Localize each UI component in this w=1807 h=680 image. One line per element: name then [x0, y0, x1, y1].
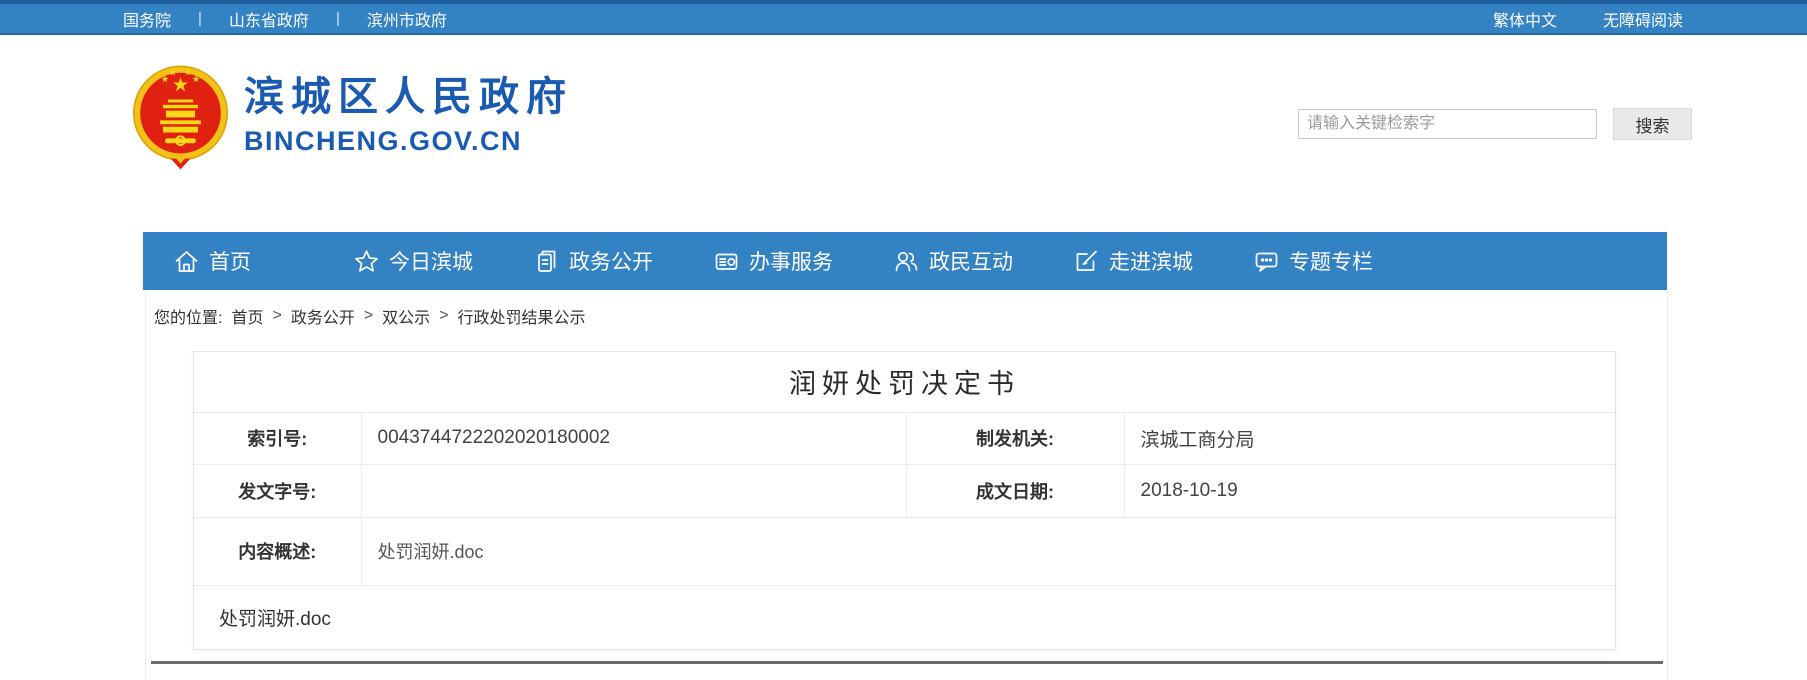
- topbar-right-links: 繁体中文 无障碍阅读: [1493, 7, 1683, 31]
- table-row: 内容概述: 处罚润妍.doc: [194, 517, 1615, 585]
- issue-date-value: 2018-10-19: [1124, 464, 1615, 517]
- search-button[interactable]: 搜索: [1613, 108, 1692, 140]
- document-metadata-table: 润妍处罚决定书 索引号: 0043744722202020180002 制发机关…: [194, 352, 1615, 649]
- site-title-block: 滨城区人民政府 BINCHENG.GOV.CN: [244, 62, 573, 157]
- nav-label: 专题专栏: [1289, 246, 1373, 276]
- site-header: 滨城区人民政府 BINCHENG.GOV.CN 搜索: [0, 35, 1807, 232]
- chat-bubble-icon: [1253, 248, 1280, 275]
- issue-date-label: 成文日期:: [906, 464, 1124, 517]
- content-summary-value: 处罚润妍.doc: [361, 517, 1615, 585]
- table-row: 索引号: 0043744722202020180002 制发机关: 滨城工商分局: [194, 412, 1615, 464]
- nav-label: 政务公开: [569, 246, 653, 276]
- issuing-authority-label: 制发机关:: [906, 412, 1124, 464]
- nav-item-home[interactable]: 首页: [143, 246, 323, 276]
- document-icon: [533, 248, 560, 275]
- nav-label: 首页: [209, 246, 251, 276]
- pencil-square-icon: [1073, 248, 1100, 275]
- table-row-title: 润妍处罚决定书: [194, 352, 1615, 412]
- nav-label: 政民互动: [929, 246, 1013, 276]
- breadcrumb-item-penalty-results[interactable]: 行政处罚结果公示: [458, 304, 586, 328]
- document-number-label: 发文字号:: [194, 464, 361, 517]
- nav-item-public-interaction[interactable]: 政民互动: [863, 246, 1043, 276]
- breadcrumb: 您的位置: 首页 > 政务公开 > 双公示 > 行政处罚结果公示: [146, 290, 1667, 339]
- nav-item-services[interactable]: 办事服务: [683, 246, 863, 276]
- nav-item-today-bincheng[interactable]: 今日滨城: [323, 246, 503, 276]
- search-bar: 搜索: [1298, 108, 1692, 140]
- index-number-value: 0043744722202020180002: [361, 412, 906, 464]
- link-traditional-chinese[interactable]: 繁体中文: [1493, 7, 1557, 31]
- main-navigation: 首页 今日滨城 政务公开 办事服务 政民互动: [143, 232, 1667, 290]
- nav-label: 走进滨城: [1109, 246, 1193, 276]
- people-icon: [893, 248, 920, 275]
- service-list-icon: [713, 248, 740, 275]
- link-accessibility-reading[interactable]: 无障碍阅读: [1603, 7, 1683, 31]
- breadcrumb-prefix: 您的位置:: [154, 304, 222, 328]
- breadcrumb-item-home[interactable]: 首页: [231, 304, 263, 328]
- government-links-bar: 国务院 | 山东省政府 | 滨州市政府 繁体中文 无障碍阅读: [0, 0, 1807, 35]
- breadcrumb-item-gov-affairs[interactable]: 政务公开: [291, 304, 355, 328]
- table-row-attachment: 处罚润妍.doc: [194, 585, 1615, 649]
- content-container: 您的位置: 首页 > 政务公开 > 双公示 > 行政处罚结果公示 润妍处罚决定书…: [145, 290, 1668, 680]
- nav-label: 今日滨城: [389, 246, 473, 276]
- nav-item-about-bincheng[interactable]: 走进滨城: [1043, 246, 1223, 276]
- site-logo[interactable]: 滨城区人民政府 BINCHENG.GOV.CN: [130, 62, 573, 170]
- link-binzhou-gov[interactable]: 滨州市政府: [367, 7, 447, 31]
- national-emblem-icon: [130, 62, 231, 170]
- breadcrumb-separator: >: [364, 307, 373, 325]
- document-title: 润妍处罚决定书: [194, 352, 1615, 412]
- home-icon: [173, 248, 200, 275]
- search-input[interactable]: [1298, 109, 1597, 139]
- document-number-value: [361, 464, 906, 517]
- topbar-separator: |: [336, 10, 340, 27]
- breadcrumb-separator: >: [272, 307, 281, 325]
- site-domain: BINCHENG.GOV.CN: [244, 126, 573, 157]
- index-number-label: 索引号:: [194, 412, 361, 464]
- link-state-council[interactable]: 国务院: [123, 7, 171, 31]
- attachment-link[interactable]: 处罚润妍.doc: [219, 609, 331, 630]
- content-summary-label: 内容概述:: [194, 517, 361, 585]
- nav-item-special-topics[interactable]: 专题专栏: [1223, 246, 1403, 276]
- nav-label: 办事服务: [749, 246, 833, 276]
- breadcrumb-separator: >: [439, 307, 448, 325]
- issuing-authority-value: 滨城工商分局: [1124, 412, 1615, 464]
- attachment-cell: 处罚润妍.doc: [194, 585, 1615, 649]
- topbar-left-links: 国务院 | 山东省政府 | 滨州市政府: [123, 7, 447, 31]
- nav-item-government-affairs[interactable]: 政务公开: [503, 246, 683, 276]
- topbar-separator: |: [198, 10, 202, 27]
- site-name: 滨城区人民政府: [244, 75, 573, 119]
- bottom-divider: [151, 661, 1663, 664]
- star-icon: [353, 248, 380, 275]
- breadcrumb-item-dual-publicity[interactable]: 双公示: [382, 304, 430, 328]
- document-card: 润妍处罚决定书 索引号: 0043744722202020180002 制发机关…: [193, 351, 1616, 650]
- link-shandong-gov[interactable]: 山东省政府: [229, 7, 309, 31]
- table-row: 发文字号: 成文日期: 2018-10-19: [194, 464, 1615, 517]
